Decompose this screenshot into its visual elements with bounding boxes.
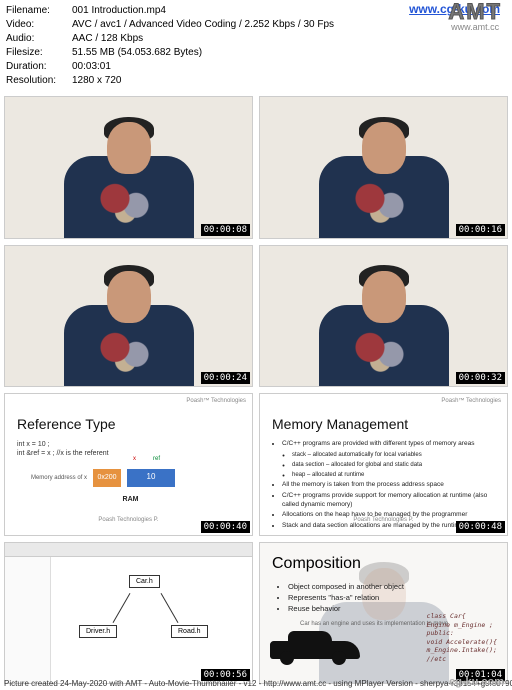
thumbnail-grid: 00:00:08 00:00:16 00:00:24 00:00:32 Poas… bbox=[0, 94, 512, 684]
slide-brand: Poash™ Technologies bbox=[441, 398, 501, 404]
thumb-4[interactable]: 00:00:32 bbox=[259, 245, 508, 388]
bullet: Reuse behavior bbox=[288, 603, 404, 614]
value-resolution: 1280 x 720 bbox=[72, 74, 506, 88]
footer-text: Picture created 24-May-2020 with AMT - A… bbox=[4, 679, 512, 688]
timestamp: 00:00:40 bbox=[201, 521, 250, 533]
footer: Picture created 24-May-2020 with AMT - A… bbox=[0, 677, 512, 690]
bullet: Represents "has-a" relation bbox=[288, 592, 404, 603]
label-filename: Filename: bbox=[6, 4, 72, 18]
row-filesize: Filesize: 51.55 MB (54.053.682 Bytes) bbox=[6, 46, 506, 60]
logo-big: AMT bbox=[448, 2, 502, 22]
label-filesize: Filesize: bbox=[6, 46, 72, 60]
sub-bullet: stack – allocated automatically for loca… bbox=[292, 451, 499, 459]
row-duration: Duration: 00:03:01 bbox=[6, 60, 506, 74]
ram-label: RAM bbox=[17, 495, 244, 504]
mem-label: Memory address of x bbox=[17, 474, 87, 482]
val-box: 10 bbox=[127, 469, 175, 487]
timestamp: 00:00:08 bbox=[201, 224, 250, 236]
sub-bullet: data section – allocated for global and … bbox=[292, 461, 499, 469]
code-block: class Car{ Engine m_Engine ; public: voi… bbox=[427, 612, 497, 663]
thumb-6[interactable]: Poash™ Technologies Memory Management C/… bbox=[259, 393, 508, 536]
slide-title: Composition bbox=[272, 555, 361, 573]
thumb-5[interactable]: Poash™ Technologies Reference Type int x… bbox=[4, 393, 253, 536]
addr-box: 0x200 bbox=[93, 469, 121, 487]
value-filesize: 51.55 MB (54.053.682 Bytes) bbox=[72, 46, 506, 60]
ide-sidepane bbox=[5, 557, 51, 684]
ide-titlebar bbox=[5, 543, 252, 557]
slide-title: Memory Management bbox=[272, 416, 408, 432]
header: www.cg-ku.com AMT www.amt.cc Filename: 0… bbox=[0, 0, 512, 94]
ide-main: Car.h Driver.h Road.h bbox=[51, 557, 252, 684]
watermark-logo: AMT www.amt.cc bbox=[448, 2, 502, 32]
sub-bullet: heap – allocated at runtime bbox=[292, 471, 499, 479]
footer-watermark: cg-ku.com bbox=[449, 677, 504, 688]
node-driver: Driver.h bbox=[79, 625, 117, 638]
thumb-2[interactable]: 00:00:16 bbox=[259, 96, 508, 239]
car-icon bbox=[270, 631, 360, 665]
thumb-8[interactable]: Composition Object composed in another o… bbox=[259, 542, 508, 685]
label-video: Video: bbox=[6, 18, 72, 32]
thumb-1[interactable]: 00:00:08 bbox=[4, 96, 253, 239]
node-car: Car.h bbox=[129, 575, 160, 588]
bullet: C/C++ programs provide support for memor… bbox=[282, 492, 499, 510]
node-road: Road.h bbox=[171, 625, 208, 638]
code-line: int x = 10 ; bbox=[17, 440, 244, 449]
timestamp: 00:00:48 bbox=[456, 521, 505, 533]
thumb-3[interactable]: 00:00:24 bbox=[4, 245, 253, 388]
code-line: int &ref = x ; //x is the referent bbox=[17, 449, 244, 458]
tag-x: x bbox=[133, 455, 136, 463]
bullet: C/C++ programs are provided with differe… bbox=[282, 440, 499, 449]
row-audio: Audio: AAC / 128 Kbps bbox=[6, 32, 506, 46]
row-resolution: Resolution: 1280 x 720 bbox=[6, 74, 506, 88]
timestamp: 00:00:24 bbox=[201, 372, 250, 384]
timestamp: 00:00:16 bbox=[456, 224, 505, 236]
timestamp: 00:00:32 bbox=[456, 372, 505, 384]
value-video: AVC / avc1 / Advanced Video Coding / 2.2… bbox=[72, 18, 506, 32]
row-video: Video: AVC / avc1 / Advanced Video Codin… bbox=[6, 18, 506, 32]
slide-brand: Poash™ Technologies bbox=[186, 398, 246, 404]
tag-ref: ref bbox=[153, 455, 160, 463]
value-audio: AAC / 128 Kbps bbox=[72, 32, 506, 46]
slide-title: Reference Type bbox=[17, 416, 116, 432]
thumb-7[interactable]: Car.h Driver.h Road.h 00:00:56 bbox=[4, 542, 253, 685]
value-duration: 00:03:01 bbox=[72, 60, 506, 74]
label-duration: Duration: bbox=[6, 60, 72, 74]
label-audio: Audio: bbox=[6, 32, 72, 46]
label-resolution: Resolution: bbox=[6, 74, 72, 88]
bullet: Object composed in another object bbox=[288, 581, 404, 592]
bullet: All the memory is taken from the process… bbox=[282, 481, 499, 490]
logo-small: www.amt.cc bbox=[448, 22, 502, 32]
